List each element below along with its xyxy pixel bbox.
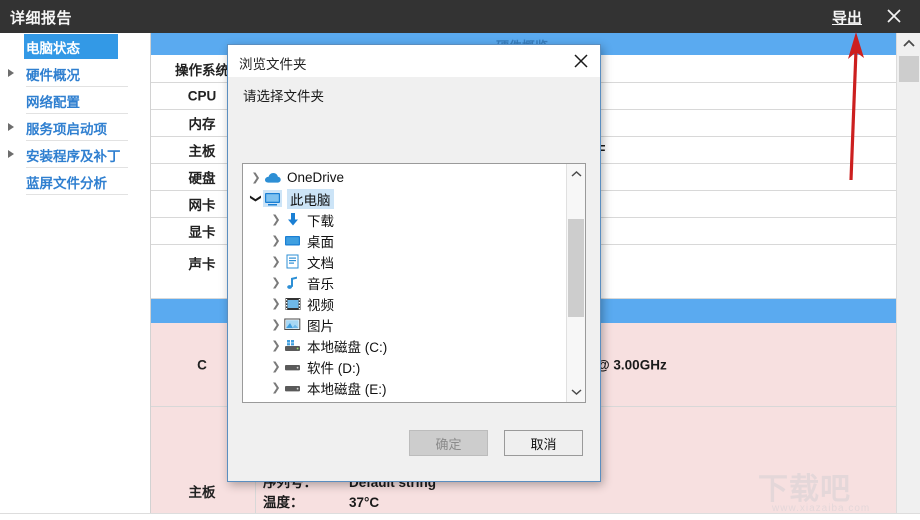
- window-close-button[interactable]: [882, 4, 906, 28]
- chevron-right-icon[interactable]: ❯: [269, 377, 283, 398]
- videos-film-icon: [283, 295, 302, 312]
- chevron-right-icon[interactable]: ❯: [269, 293, 283, 314]
- tree-scroll-down-button[interactable]: [567, 383, 585, 401]
- sidebar-divider: [26, 194, 128, 195]
- music-note-icon: [283, 274, 302, 291]
- detail-line: 温度： 37°C: [263, 493, 452, 513]
- dialog-cancel-button[interactable]: 取消: [504, 430, 583, 456]
- sidebar-item-label: 电脑状态: [26, 40, 80, 56]
- sidebar-item-label: 硬件概况: [26, 67, 80, 83]
- expand-arrow-icon[interactable]: [8, 150, 14, 158]
- pictures-icon: [283, 316, 302, 333]
- dialog-ok-button[interactable]: 确定: [409, 430, 488, 456]
- scrollbar-thumb[interactable]: [899, 56, 919, 82]
- sidebar-item-services-startup[interactable]: 服务项启动项: [0, 114, 150, 141]
- sidebar: 电脑状态 硬件概况 网络配置 服务项启动项 安装程序及补丁 蓝屏文件分析: [0, 33, 151, 514]
- tree-item-label: 下载: [307, 213, 334, 229]
- tree-item-local-disk-e[interactable]: ❯ 本地磁盘 (E:): [243, 377, 563, 398]
- sidebar-item-label: 安装程序及补丁: [26, 148, 121, 164]
- downloads-arrow-icon: [283, 211, 302, 228]
- tree-item-label: 本地磁盘 (E:): [307, 381, 387, 397]
- sidebar-item-computer-status[interactable]: 电脑状态: [0, 33, 150, 60]
- sidebar-item-network-config[interactable]: 网络配置: [0, 87, 150, 114]
- tree-item-label: OneDrive: [287, 170, 345, 185]
- detailed-report-window: 详细报告 导出 电脑状态 硬件概况 网络配置 服务项启动项 安装程序及补丁 蓝屏…: [0, 0, 920, 520]
- sidebar-item-installed-programs[interactable]: 安装程序及补丁: [0, 141, 150, 168]
- export-button[interactable]: 导出: [832, 7, 862, 28]
- chevron-right-icon[interactable]: ❯: [249, 167, 263, 188]
- browse-folder-dialog: 浏览文件夹 请选择文件夹 ❯ OneDrive ❯ 此电脑 ❯ 下载 ❯ 桌面 …: [227, 44, 601, 482]
- sidebar-item-bluescreen-analysis[interactable]: 蓝屏文件分析: [0, 168, 150, 195]
- tree-scrollbar[interactable]: [566, 164, 585, 402]
- dialog-title: 浏览文件夹: [239, 57, 307, 72]
- dialog-titlebar: 浏览文件夹: [228, 45, 600, 77]
- window-bottom-edge: [0, 513, 920, 520]
- folder-tree-list: ❯ OneDrive ❯ 此电脑 ❯ 下载 ❯ 桌面 ❯ 文档 ❯ 音乐 ❯ 视…: [243, 164, 563, 402]
- tree-item-label: 文档: [307, 255, 334, 271]
- chevron-right-icon[interactable]: ❯: [269, 230, 283, 251]
- dialog-close-button[interactable]: [570, 50, 592, 72]
- expand-arrow-icon[interactable]: [8, 69, 14, 77]
- tree-item-pictures[interactable]: ❯ 图片: [243, 314, 563, 335]
- tree-scrollbar-thumb[interactable]: [568, 219, 584, 317]
- content-scrollbar[interactable]: [896, 33, 920, 514]
- row-label: 主板: [188, 485, 216, 500]
- tree-item-desktop[interactable]: ❯ 桌面: [243, 230, 563, 251]
- detail-key: 温度：: [263, 495, 304, 510]
- tree-item-music[interactable]: ❯ 音乐: [243, 272, 563, 293]
- sidebar-item-label: 网络配置: [26, 94, 80, 110]
- chevron-right-icon[interactable]: ❯: [269, 272, 283, 293]
- tree-item-label: 音乐: [307, 276, 334, 292]
- window-title: 详细报告: [10, 10, 73, 27]
- tree-item-label: 图片: [307, 318, 334, 334]
- chevron-right-icon[interactable]: ❯: [269, 209, 283, 230]
- scroll-up-button[interactable]: [897, 33, 920, 53]
- detail-value: 37°C: [349, 495, 380, 510]
- expand-arrow-icon[interactable]: [8, 123, 14, 131]
- tree-item-label: 视频: [307, 297, 334, 313]
- sidebar-item-label: 服务项启动项: [26, 121, 107, 137]
- desktop-icon: [283, 232, 302, 249]
- tree-item-software-d[interactable]: ❯ 软件 (D:): [243, 356, 563, 377]
- dialog-prompt: 请选择文件夹: [243, 89, 324, 104]
- drive-icon: [283, 379, 302, 396]
- chevron-up-icon: [571, 170, 581, 177]
- tree-item-downloads[interactable]: ❯ 下载: [243, 209, 563, 230]
- chevron-right-icon[interactable]: ❯: [269, 251, 283, 272]
- tree-item-onedrive[interactable]: ❯ OneDrive: [243, 167, 563, 188]
- onedrive-cloud-icon: [263, 169, 282, 186]
- chevron-down-icon: [571, 389, 581, 396]
- tree-item-label: 桌面: [307, 234, 334, 250]
- system-drive-icon: [283, 337, 302, 354]
- chevron-right-icon[interactable]: ❯: [269, 356, 283, 377]
- tree-item-videos[interactable]: ❯ 视频: [243, 293, 563, 314]
- close-icon: [574, 54, 588, 68]
- chevron-down-icon[interactable]: ❯: [246, 192, 267, 206]
- chevron-up-icon: [903, 39, 915, 47]
- sidebar-item-label: 蓝屏文件分析: [26, 175, 107, 191]
- folder-tree[interactable]: ❯ OneDrive ❯ 此电脑 ❯ 下载 ❯ 桌面 ❯ 文档 ❯ 音乐 ❯ 视…: [242, 163, 586, 403]
- tree-item-label: 此电脑: [287, 188, 334, 209]
- drive-icon: [283, 358, 302, 375]
- tree-item-documents[interactable]: ❯ 文档: [243, 251, 563, 272]
- chevron-right-icon[interactable]: ❯: [269, 314, 283, 335]
- window-titlebar: 详细报告 导出: [0, 0, 920, 33]
- tree-item-this-pc[interactable]: ❯ 此电脑: [243, 188, 563, 209]
- close-icon: [887, 9, 901, 23]
- sidebar-item-hardware-overview[interactable]: 硬件概况: [0, 60, 150, 87]
- documents-icon: [283, 253, 302, 270]
- tree-scroll-up-button[interactable]: [567, 165, 585, 183]
- tree-item-label: 软件 (D:): [307, 360, 361, 376]
- tree-item-label: 本地磁盘 (C:): [307, 339, 388, 355]
- tree-item-local-disk-c[interactable]: ❯ 本地磁盘 (C:): [243, 335, 563, 356]
- chevron-right-icon[interactable]: ❯: [269, 335, 283, 356]
